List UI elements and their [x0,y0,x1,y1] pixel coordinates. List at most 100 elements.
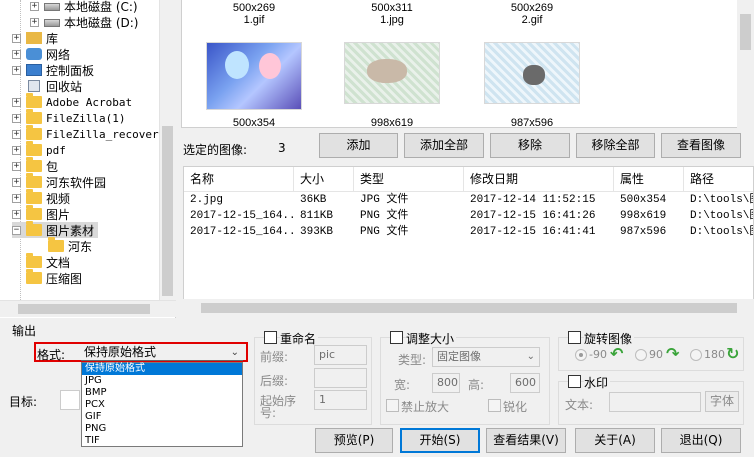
expand-icon[interactable]: + [12,193,21,203]
thumbnail-image[interactable] [344,42,440,104]
format-option[interactable]: BMP [82,387,242,399]
folder-icon [26,205,42,220]
tree-item-control-panel[interactable]: + 控制面板 [12,62,94,78]
tree-item-folder[interactable]: + 图片 [12,205,70,222]
suffix-input[interactable] [314,368,367,388]
column-header-name[interactable]: 名称 [184,167,294,191]
target-path-input[interactable] [60,390,80,410]
width-input[interactable]: 800 [432,373,460,393]
watermark-text-label: 文本: [565,398,594,412]
watermark-checkbox[interactable] [568,375,581,388]
expand-icon[interactable]: + [12,33,21,43]
add-button[interactable]: 添加 [319,133,398,158]
prefix-label: 前缀: [260,350,289,364]
folder-icon [26,109,42,124]
file-list-hscroll-thumb[interactable] [201,303,737,313]
rotate-90-radio[interactable] [635,349,647,361]
column-header-type[interactable]: 类型 [354,167,464,191]
tree-item-drive-c[interactable]: + 本地磁盘 (C:) [30,0,138,14]
tree-item-folder[interactable]: + pdf [12,141,66,158]
start-button[interactable]: 开始(S) [400,428,480,453]
rotate-minus-90-radio[interactable] [575,349,587,361]
target-label: 目标: [9,395,38,409]
about-button[interactable]: 关于(A) [575,428,655,453]
format-select[interactable]: 保持原始格式 ⌄ [81,345,243,361]
recycle-bin-icon [28,80,40,92]
prefix-input[interactable]: pic [314,345,367,365]
tree-item-folder[interactable]: + FileZilla(1) [12,109,125,126]
expand-icon[interactable]: + [12,49,21,59]
thumbnail-image[interactable] [484,42,580,104]
tree-item-network[interactable]: + 网络 [12,46,70,62]
collapse-icon[interactable]: − [12,225,21,235]
expand-icon[interactable]: + [12,177,21,187]
format-option[interactable]: GIF [82,411,242,423]
tree-item-folder[interactable]: 压缩图 [26,269,82,286]
selected-images-label: 选定的图像: [183,143,248,157]
preview-button[interactable]: 预览(P) [315,428,393,453]
expand-icon[interactable]: + [12,145,21,155]
rotate-minus-90-label: -90 [589,348,607,361]
column-header-path[interactable]: 路径 [684,167,753,191]
tree-hscroll-thumb[interactable] [18,304,150,314]
expand-icon[interactable]: + [12,97,21,107]
tree-item-recycle-bin[interactable]: 回收站 [12,78,82,94]
exit-button[interactable]: 退出(Q) [661,428,741,453]
start-number-input[interactable]: 1 [314,390,367,410]
tree-item-library[interactable]: + 库 [12,30,58,46]
font-button[interactable]: 字体 [705,391,739,412]
format-option[interactable]: PCX [82,399,242,411]
remove-button[interactable]: 移除 [490,133,570,158]
file-list[interactable]: 名称 大小 类型 修改日期 属性 路径 2.jpg 36KB JPG 文件 20… [183,166,754,316]
folder-icon [26,93,42,108]
resize-checkbox[interactable] [390,331,403,344]
thumbnail-scroll-thumb[interactable] [740,14,751,50]
column-header-size[interactable]: 大小 [294,167,354,191]
view-image-button[interactable]: 查看图像 [661,133,741,158]
height-label: 高: [468,378,485,392]
expand-icon[interactable]: + [30,17,39,27]
expand-icon[interactable]: + [12,209,21,219]
expand-icon[interactable]: + [12,65,21,75]
no-enlarge-label: 禁止放大 [401,400,450,414]
height-input[interactable]: 600 [510,373,540,393]
tree-item-folder[interactable]: + 视频 [12,189,70,206]
folder-icon [26,253,42,268]
tree-item-folder[interactable]: + Adobe Acrobat [12,93,132,110]
rotate-180-radio[interactable] [690,349,702,361]
tree-item-folder[interactable]: + 包 [12,157,58,174]
expand-icon[interactable]: + [30,1,39,11]
thumbnail-view[interactable]: 500x269 1.gif 500x311 1.jpg 500x269 2.gi… [181,0,754,128]
expand-icon[interactable]: + [12,129,21,139]
chevron-down-icon: ⌄ [526,351,535,362]
no-enlarge-checkbox[interactable] [386,399,399,412]
format-option[interactable]: 保持原始格式 [82,363,242,375]
folder-icon [26,141,42,156]
tree-item-folder[interactable]: 文档 [26,253,70,270]
column-header-date[interactable]: 修改日期 [464,167,614,191]
expand-icon[interactable]: + [12,161,21,171]
column-header-attributes[interactable]: 属性 [614,167,684,191]
format-dropdown-list[interactable]: 保持原始格式 JPG BMP PCX GIF PNG TIF [81,362,243,447]
remove-all-button[interactable]: 移除全部 [576,133,655,158]
tree-item-folder[interactable]: + 河东软件园 [12,173,106,190]
watermark-text-input[interactable] [609,392,701,412]
add-all-button[interactable]: 添加全部 [404,133,484,158]
folder-tree[interactable]: + 本地磁盘 (C:) + 本地磁盘 (D:) + 库 + 网络 + 控制面板 … [0,0,176,318]
resize-type-select[interactable]: 固定图像 ⌄ [432,347,540,367]
tree-item-folder[interactable]: 河东 [48,237,92,254]
rename-checkbox[interactable] [264,331,277,344]
format-option[interactable]: TIF [82,435,242,447]
view-results-button[interactable]: 查看结果(V) [486,428,566,453]
thumbnail-image[interactable] [206,42,302,110]
sharpen-checkbox[interactable] [488,399,501,412]
format-option[interactable]: PNG [82,423,242,435]
folder-icon [48,237,64,252]
tree-item-drive-d[interactable]: + 本地磁盘 (D:) [30,14,138,30]
tree-scroll-thumb[interactable] [162,126,173,296]
expand-icon[interactable]: + [12,113,21,123]
tree-item-folder[interactable]: + FileZilla_recovered [12,125,172,142]
format-option[interactable]: JPG [82,375,242,387]
tree-item-folder-selected[interactable]: − 图片素材 [12,221,99,238]
rotate-checkbox[interactable] [568,331,581,344]
